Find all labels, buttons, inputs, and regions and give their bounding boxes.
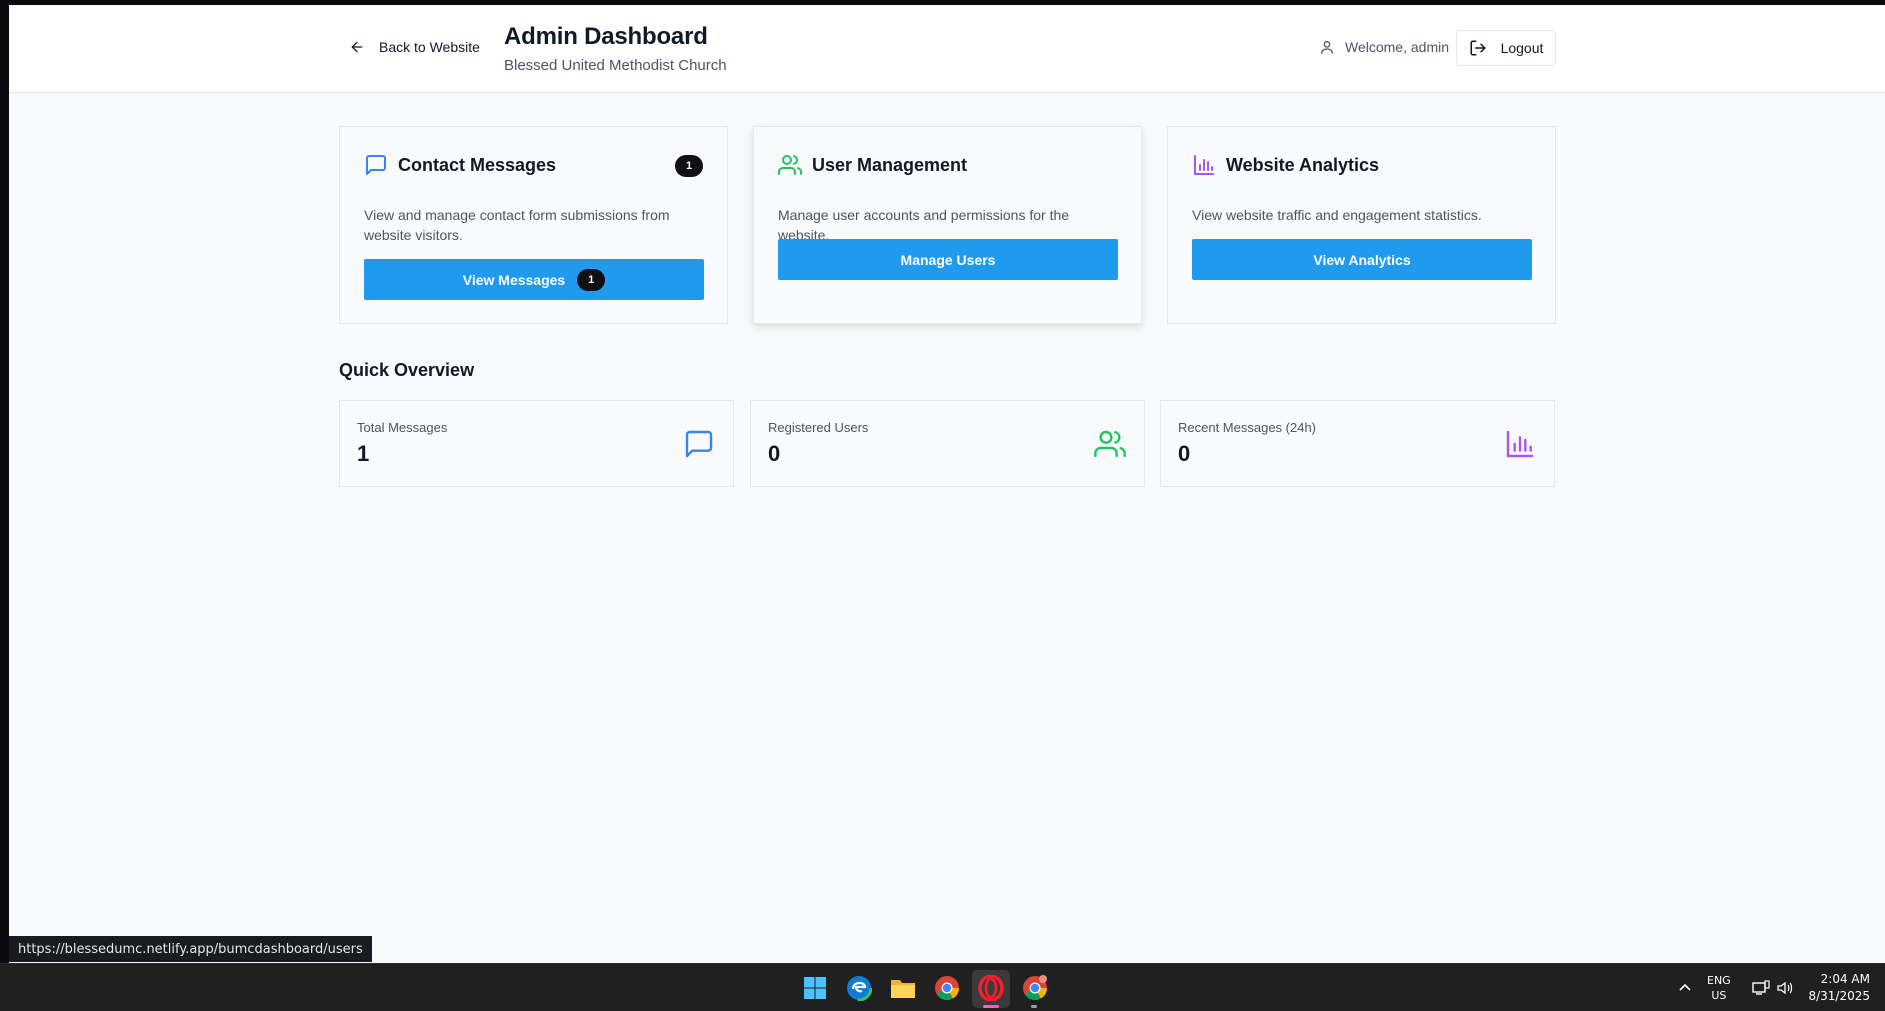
language-indicator[interactable]: ENG US — [1707, 964, 1731, 1011]
stat-label: Recent Messages (24h) — [1178, 420, 1317, 435]
link-status-url: https://blessedumc.netlify.app/bumcdashb… — [9, 936, 372, 962]
stat-value: 0 — [1178, 441, 1191, 466]
tray-chevron-up-icon[interactable] — [1678, 964, 1692, 1011]
card-description: View and manage contact form submissions… — [364, 207, 670, 243]
browser-viewport: Back to Website Admin Dashboard Blessed … — [9, 5, 1885, 963]
welcome-user: Welcome, admin — [1319, 39, 1449, 55]
user-icon — [1321, 41, 1333, 54]
card-header: Website Analytics — [1192, 153, 1379, 177]
clock-date: 8/31/2025 — [1808, 989, 1870, 1003]
message-square-icon — [685, 430, 713, 458]
back-to-website-label: Back to Website — [379, 39, 480, 55]
network-icon[interactable] — [1752, 964, 1770, 1011]
quick-overview-title: Quick Overview — [339, 360, 475, 380]
stat-total-messages: Total Messages 1 — [339, 400, 734, 487]
page-subtitle: Blessed United Methodist Church — [504, 57, 727, 74]
manage-users-button[interactable]: Manage Users — [778, 239, 1118, 280]
arrow-left-icon — [351, 41, 363, 53]
stat-recent-messages: Recent Messages (24h) 0 — [1160, 400, 1555, 487]
chrome-profile-icon[interactable] — [1021, 974, 1049, 1002]
edge-browser-icon[interactable] — [845, 974, 873, 1002]
button-label: View Analytics — [1313, 251, 1411, 268]
stat-registered-users: Registered Users 0 — [750, 400, 1145, 487]
clock-time: 2:04 AM — [1820, 972, 1870, 986]
page-title: Admin Dashboard — [504, 23, 708, 50]
running-indicator — [1031, 1005, 1037, 1008]
system-clock[interactable]: 2:04 AM 8/31/2025 — [1804, 964, 1870, 1011]
windows-start-icon[interactable] — [801, 974, 829, 1002]
language-code: ENG — [1707, 974, 1731, 987]
card-title: Contact Messages — [398, 154, 557, 175]
file-explorer-icon[interactable] — [889, 974, 917, 1002]
card-header: Contact Messages — [364, 153, 556, 177]
active-indicator — [983, 1005, 999, 1008]
button-label: Manage Users — [900, 251, 996, 268]
chrome-browser-icon[interactable] — [933, 974, 961, 1002]
bar-chart-icon — [1506, 430, 1534, 458]
taskbar: ENG US 2:04 AM 8/31/2025 — [0, 963, 1885, 1011]
button-label: View Messages — [462, 271, 566, 288]
view-messages-button[interactable]: View Messages 1 — [364, 259, 704, 300]
stat-value: 1 — [357, 441, 370, 466]
bar-chart-icon — [1194, 155, 1214, 175]
button-count-badge: 1 — [577, 268, 606, 291]
view-analytics-button[interactable]: View Analytics — [1192, 239, 1532, 280]
welcome-text: Welcome, admin — [1345, 39, 1450, 55]
website-analytics-card: Website Analytics View website traffic a… — [1167, 126, 1556, 324]
stat-value: 0 — [768, 441, 781, 466]
volume-icon[interactable] — [1776, 964, 1794, 1011]
logout-label: Logout — [1500, 40, 1544, 56]
card-title: Website Analytics — [1226, 154, 1380, 175]
opera-browser-icon[interactable] — [977, 974, 1005, 1002]
region-code: US — [1711, 989, 1727, 1002]
stat-label: Registered Users — [768, 420, 869, 435]
logout-icon — [1470, 40, 1486, 56]
contact-messages-card: Contact Messages 1 View and manage conta… — [339, 126, 728, 324]
card-header: User Management — [778, 153, 967, 177]
message-square-icon — [366, 155, 386, 175]
card-title: User Management — [812, 154, 968, 175]
unread-count-badge: 1 — [675, 155, 703, 177]
users-icon — [778, 155, 802, 175]
logout-button[interactable]: Logout — [1456, 30, 1556, 66]
title-block: Admin Dashboard Blessed United Methodist… — [504, 23, 727, 74]
user-management-card: User Management Manage user accounts and… — [753, 126, 1142, 324]
card-description: View website traffic and engagement stat… — [1192, 207, 1482, 223]
back-to-website-link[interactable]: Back to Website — [349, 39, 480, 55]
admin-header: Back to Website Admin Dashboard Blessed … — [9, 5, 1885, 93]
users-icon — [1094, 430, 1126, 458]
stat-label: Total Messages — [357, 420, 448, 435]
